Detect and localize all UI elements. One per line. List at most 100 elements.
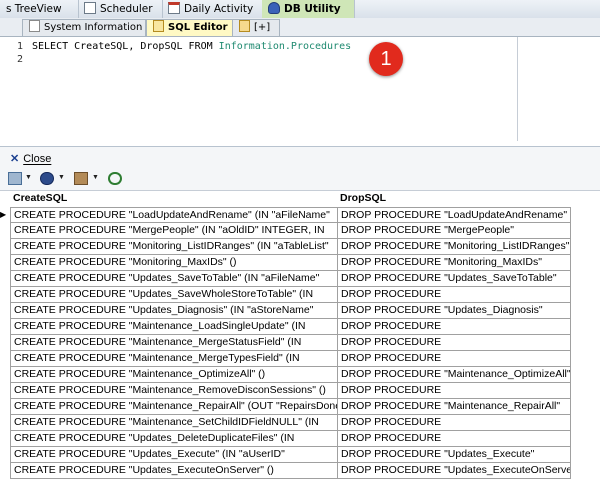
tab-sql-editor[interactable]: SQL Editor — [146, 19, 234, 36]
sql-columns: CreateSQL, DropSQL — [68, 41, 189, 52]
new-tab-icon — [239, 20, 250, 32]
table-row[interactable]: CREATE PROCEDURE "Maintenance_RemoveDisc… — [0, 383, 600, 399]
cell-createsql[interactable]: CREATE PROCEDURE "Maintenance_RepairAll"… — [10, 399, 338, 415]
cell-dropsql[interactable]: DROP PROCEDURE — [337, 415, 571, 431]
cell-createsql[interactable]: CREATE PROCEDURE "Maintenance_MergeStatu… — [10, 335, 338, 351]
cell-dropsql[interactable]: DROP PROCEDURE — [337, 351, 571, 367]
line-number: 2 — [16, 54, 23, 65]
table-row[interactable]: CREATE PROCEDURE "Maintenance_RepairAll"… — [0, 399, 600, 415]
results-grid[interactable]: CreateSQL DropSQL ▶ CREATE PROCEDURE "Loa… — [0, 191, 600, 484]
table-row[interactable]: CREATE PROCEDURE "Maintenance_LoadSingle… — [0, 319, 600, 335]
sql-editor[interactable]: 1 2 SELECT CreateSQL, DropSQL FROM Infor… — [0, 37, 600, 182]
row-selector[interactable] — [0, 367, 10, 383]
row-selector[interactable] — [0, 223, 10, 239]
close-button[interactable]: ✕ Close — [10, 152, 51, 165]
preview-icon[interactable] — [40, 172, 54, 185]
document-icon — [29, 20, 40, 32]
table-row[interactable]: CREATE PROCEDURE "Updates_SaveToTable" (… — [0, 271, 600, 287]
table-row[interactable]: ▶ CREATE PROCEDURE "LoadUpdateAndRename" … — [0, 207, 600, 223]
results-header: ✕ Close — [0, 146, 600, 169]
cell-dropsql[interactable]: DROP PROCEDURE "Monitoring_ListIDRanges" — [337, 239, 571, 255]
table-row[interactable]: CREATE PROCEDURE "Maintenance_MergeTypes… — [0, 351, 600, 367]
tab-system-information[interactable]: System Information — [22, 19, 146, 36]
tools-icon[interactable] — [74, 172, 88, 185]
table-row[interactable]: CREATE PROCEDURE "Maintenance_OptimizeAl… — [0, 367, 600, 383]
row-selector[interactable] — [0, 399, 10, 415]
tab-new[interactable]: [+] — [232, 19, 280, 36]
editor-right-margin — [517, 37, 518, 141]
table-row[interactable]: CREATE PROCEDURE "Updates_Diagnosis" (IN… — [0, 303, 600, 319]
row-selector[interactable] — [0, 383, 10, 399]
row-selector[interactable] — [0, 319, 10, 335]
column-header-dropsql[interactable]: DropSQL — [340, 192, 386, 204]
cell-dropsql[interactable]: DROP PROCEDURE — [337, 287, 571, 303]
cell-createsql[interactable]: CREATE PROCEDURE "Maintenance_RemoveDisc… — [10, 383, 338, 399]
dropdown-arrow-icon[interactable]: ▼ — [92, 174, 99, 181]
dropdown-arrow-icon[interactable]: ▼ — [25, 174, 32, 181]
cell-createsql[interactable]: CREATE PROCEDURE "Maintenance_OptimizeAl… — [10, 367, 338, 383]
cell-dropsql[interactable]: DROP PROCEDURE "Maintenance_OptimizeAll" — [337, 367, 571, 383]
cell-dropsql[interactable]: DROP PROCEDURE "Updates_SaveToTable" — [337, 271, 571, 287]
table-row[interactable]: CREATE PROCEDURE "Maintenance_MergeStatu… — [0, 335, 600, 351]
cell-dropsql[interactable]: DROP PROCEDURE — [337, 335, 571, 351]
cell-createsql[interactable]: CREATE PROCEDURE "Maintenance_SetChildID… — [10, 415, 338, 431]
row-selector[interactable] — [0, 415, 10, 431]
table-row[interactable]: CREATE PROCEDURE "MergePeople" (IN "aOld… — [0, 223, 600, 239]
row-selector[interactable] — [0, 463, 10, 479]
cell-createsql[interactable]: CREATE PROCEDURE "Updates_SaveWholeStore… — [10, 287, 338, 303]
cell-createsql[interactable]: CREATE PROCEDURE "Monitoring_MaxIDs" () — [10, 255, 338, 271]
cell-dropsql[interactable]: DROP PROCEDURE "Updates_Execute" — [337, 447, 571, 463]
tab-scheduler[interactable]: Scheduler — [78, 0, 163, 18]
row-selector[interactable] — [0, 287, 10, 303]
table-row[interactable]: CREATE PROCEDURE "Updates_DeleteDuplicat… — [0, 431, 600, 447]
grid-header-row: CreateSQL DropSQL — [0, 191, 600, 206]
current-row-indicator-icon[interactable]: ▶ — [0, 207, 10, 223]
refresh-icon[interactable] — [108, 172, 122, 185]
tab-label: Scheduler — [100, 3, 153, 15]
table-row[interactable]: CREATE PROCEDURE "Updates_ExecuteOnServe… — [0, 463, 600, 479]
cell-dropsql[interactable]: DROP PROCEDURE — [337, 431, 571, 447]
tab-daily-activity[interactable]: Daily Activity — [162, 0, 267, 18]
line-number: 1 — [16, 41, 23, 52]
cell-createsql[interactable]: CREATE PROCEDURE "Updates_ExecuteOnServe… — [10, 463, 338, 479]
cell-createsql[interactable]: CREATE PROCEDURE "Maintenance_MergeTypes… — [10, 351, 338, 367]
edit-icon — [153, 20, 164, 32]
sql-object-name: Information.Procedures — [218, 41, 352, 52]
row-selector[interactable] — [0, 431, 10, 447]
table-row[interactable]: CREATE PROCEDURE "Monitoring_ListIDRange… — [0, 239, 600, 255]
dropdown-arrow-icon[interactable]: ▼ — [58, 174, 65, 181]
row-selector[interactable] — [0, 239, 10, 255]
cell-dropsql[interactable]: DROP PROCEDURE — [337, 383, 571, 399]
cell-createsql[interactable]: CREATE PROCEDURE "Maintenance_LoadSingle… — [10, 319, 338, 335]
cell-dropsql[interactable]: DROP PROCEDURE "Updates_Diagnosis" — [337, 303, 571, 319]
cell-createsql[interactable]: CREATE PROCEDURE "MergePeople" (IN "aOld… — [10, 223, 338, 239]
row-selector[interactable] — [0, 447, 10, 463]
column-header-createsql[interactable]: CreateSQL — [13, 192, 67, 204]
cell-createsql[interactable]: CREATE PROCEDURE "LoadUpdateAndRename" (… — [10, 207, 338, 223]
print-icon[interactable] — [8, 172, 22, 185]
cell-createsql[interactable]: CREATE PROCEDURE "Updates_Diagnosis" (IN… — [10, 303, 338, 319]
tab-db-utility[interactable]: DB Utility — [262, 0, 355, 18]
cell-dropsql[interactable]: DROP PROCEDURE "LoadUpdateAndRename" — [337, 207, 571, 223]
cell-dropsql[interactable]: DROP PROCEDURE "Maintenance_RepairAll" — [337, 399, 571, 415]
tab-treeview[interactable]: s TreeView — [0, 0, 79, 18]
cell-dropsql[interactable]: DROP PROCEDURE "Monitoring_MaxIDs" — [337, 255, 571, 271]
cell-dropsql[interactable]: DROP PROCEDURE — [337, 319, 571, 335]
cell-createsql[interactable]: CREATE PROCEDURE "Updates_SaveToTable" (… — [10, 271, 338, 287]
cell-createsql[interactable]: CREATE PROCEDURE "Monitoring_ListIDRange… — [10, 239, 338, 255]
sql-query-text[interactable]: SELECT CreateSQL, DropSQL FROM Informati… — [32, 41, 351, 52]
row-selector[interactable] — [0, 255, 10, 271]
tab-label: SQL Editor — [168, 22, 228, 33]
row-selector[interactable] — [0, 303, 10, 319]
cell-createsql[interactable]: CREATE PROCEDURE "Updates_Execute" (IN "… — [10, 447, 338, 463]
row-selector[interactable] — [0, 271, 10, 287]
table-row[interactable]: CREATE PROCEDURE "Monitoring_MaxIDs" () D… — [0, 255, 600, 271]
table-row[interactable]: CREATE PROCEDURE "Updates_SaveWholeStore… — [0, 287, 600, 303]
cell-createsql[interactable]: CREATE PROCEDURE "Updates_DeleteDuplicat… — [10, 431, 338, 447]
row-selector[interactable] — [0, 335, 10, 351]
table-row[interactable]: CREATE PROCEDURE "Updates_Execute" (IN "… — [0, 447, 600, 463]
row-selector[interactable] — [0, 351, 10, 367]
cell-dropsql[interactable]: DROP PROCEDURE "Updates_ExecuteOnServer" — [337, 463, 571, 479]
table-row[interactable]: CREATE PROCEDURE "Maintenance_SetChildID… — [0, 415, 600, 431]
cell-dropsql[interactable]: DROP PROCEDURE "MergePeople" — [337, 223, 571, 239]
